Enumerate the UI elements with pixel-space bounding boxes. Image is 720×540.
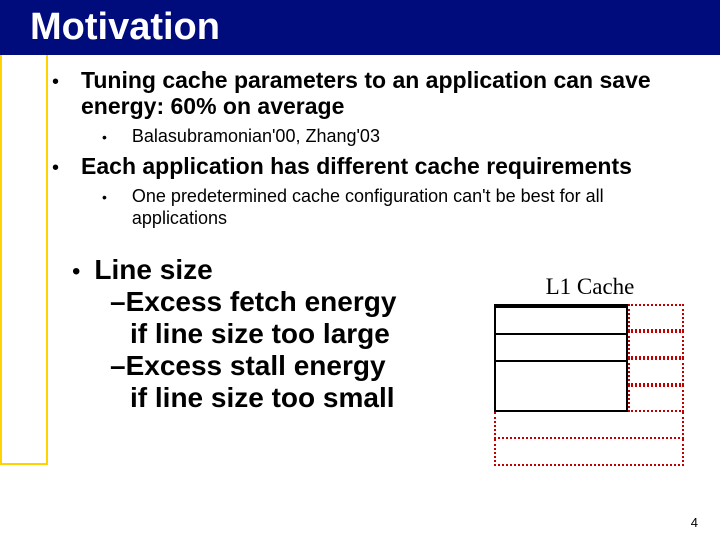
cache-diagram [494, 304, 686, 466]
cache-dotted-ext-3 [628, 358, 684, 385]
cache-dotted-row-2 [494, 439, 684, 466]
cache-dotted-ext-1 [628, 304, 684, 331]
lower-bullet: • Line size [72, 254, 485, 286]
lower-left: • Line size –Excess fetch energy if line… [72, 254, 485, 466]
sub-bullet-1: • Balasubramonian'00, Zhang'03 [102, 126, 695, 148]
sub-bullet-2: • One predetermined cache configuration … [102, 186, 695, 229]
cache-line-1 [496, 306, 626, 333]
bullet-marker: • [52, 157, 59, 180]
cache-line-4 [496, 387, 626, 414]
dash-2-line1: –Excess stall energy [110, 350, 485, 382]
cache-line-3 [496, 360, 626, 387]
cache-dotted-row-1 [494, 412, 684, 439]
cache-solid-box [494, 304, 628, 412]
bullet-marker: • [52, 71, 59, 94]
cache-figure: L1 Cache [485, 254, 695, 466]
page-number: 4 [691, 515, 698, 530]
bullet-1: • Tuning cache parameters to an applicat… [52, 67, 695, 120]
dash-2-line2: if line size too small [130, 382, 485, 414]
bullet-2-text: Each application has different cache req… [81, 153, 632, 179]
sub-bullet-1-text: Balasubramonian'00, Zhang'03 [132, 126, 380, 148]
dash-1-line1: –Excess fetch energy [110, 286, 485, 318]
slide-title: Motivation [0, 0, 720, 55]
lower-section: • Line size –Excess fetch energy if line… [52, 254, 695, 466]
cache-line-2 [496, 333, 626, 360]
dash-1-line2: if line size too large [130, 318, 485, 350]
lower-heading: Line size [94, 254, 212, 286]
bullet-2: • Each application has different cache r… [52, 153, 695, 180]
sub-bullet-2-text: One predetermined cache configuration ca… [132, 186, 695, 229]
cache-dotted-ext-2 [628, 331, 684, 358]
bullet-marker: • [72, 258, 80, 286]
bullet-1-text: Tuning cache parameters to an applicatio… [81, 67, 695, 120]
title-text: Motivation [30, 6, 220, 48]
slide-content: • Tuning cache parameters to an applicat… [0, 55, 720, 466]
sub-bullet-marker: • [102, 189, 107, 205]
sub-bullet-marker: • [102, 129, 107, 145]
cache-dotted-ext-4 [628, 385, 684, 412]
cache-label: L1 Cache [485, 274, 695, 300]
